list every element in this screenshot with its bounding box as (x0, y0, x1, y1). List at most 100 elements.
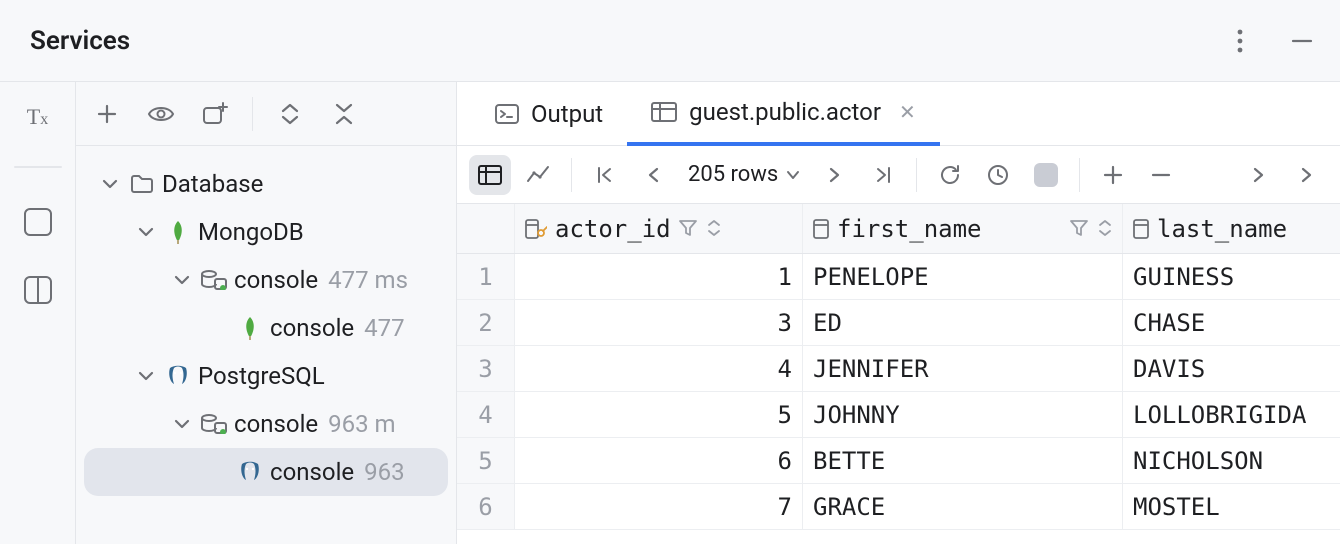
cell-first-name[interactable]: JOHNNY (803, 392, 1123, 437)
cell-first-name[interactable]: BETTE (803, 438, 1123, 483)
row-number: 4 (457, 392, 515, 437)
tab-actor[interactable]: guest.public.actor ✕ (627, 83, 940, 146)
tree-node-console[interactable]: console 963 (84, 448, 448, 496)
cell-actor-id[interactable]: 4 (515, 346, 803, 391)
table-row[interactable]: 6 7 GRACE MOSTEL (457, 484, 1340, 530)
chart-view-icon[interactable] (517, 155, 559, 195)
cell-first-name[interactable]: ED (803, 300, 1123, 345)
chevron-down-icon (98, 178, 122, 190)
cell-actor-id[interactable]: 1 (515, 254, 803, 299)
row-number: 2 (457, 300, 515, 345)
tree-node-postgresql[interactable]: PostgreSQL (84, 352, 448, 400)
cell-first-name[interactable]: GRACE (803, 484, 1123, 529)
table-row[interactable]: 2 3 ED CHASE (457, 300, 1340, 346)
add-icon[interactable] (88, 95, 126, 133)
tab-label: Output (531, 100, 603, 128)
tree-node-mongodb[interactable]: MongoDB (84, 208, 448, 256)
column-label: actor_id (555, 215, 671, 243)
row-number: 6 (457, 484, 515, 529)
tree-node-console[interactable]: console 477 (84, 304, 448, 352)
panel-title: Services (30, 26, 130, 56)
close-icon[interactable]: ✕ (899, 100, 916, 124)
cell-actor-id[interactable]: 7 (515, 484, 803, 529)
refresh-icon[interactable] (929, 155, 971, 195)
chevron-right-icon[interactable] (1286, 155, 1328, 195)
table-view-icon[interactable] (469, 155, 511, 195)
tree: Database MongoDB console 477 ms console (76, 146, 456, 544)
prev-page-icon[interactable] (632, 155, 674, 195)
postgresql-icon (164, 364, 192, 388)
history-icon[interactable] (977, 155, 1019, 195)
tree-label: console (234, 266, 318, 294)
square-icon[interactable] (24, 208, 52, 236)
rows-count[interactable]: 205 rows (680, 162, 808, 187)
table-row[interactable]: 5 6 BETTE NICHOLSON (457, 438, 1340, 484)
cell-actor-id[interactable]: 5 (515, 392, 803, 437)
tree-label: console (270, 458, 354, 486)
filter-icon[interactable] (1070, 215, 1088, 243)
cell-actor-id[interactable]: 3 (515, 300, 803, 345)
table-row[interactable]: 1 1 PENELOPE GUINESS (457, 254, 1340, 300)
cell-last-name[interactable]: GUINESS (1123, 254, 1340, 299)
column-label: first_name (837, 215, 982, 243)
main-panel: Output guest.public.actor ✕ 205 rows (456, 82, 1340, 544)
new-window-icon[interactable] (196, 95, 234, 133)
cell-last-name[interactable]: MOSTEL (1123, 484, 1340, 529)
layout-split-icon[interactable] (24, 276, 52, 304)
first-page-icon[interactable] (584, 155, 626, 195)
eye-icon[interactable] (142, 95, 180, 133)
tabs: Output guest.public.actor ✕ (457, 82, 1340, 146)
grid-toolbar: 205 rows (457, 146, 1340, 204)
cell-last-name[interactable]: NICHOLSON (1123, 438, 1340, 483)
cell-actor-id[interactable]: 6 (515, 438, 803, 483)
table-row[interactable]: 4 5 JOHNNY LOLLOBRIGIDA (457, 392, 1340, 438)
tree-node-database[interactable]: Database (84, 160, 448, 208)
sort-icon[interactable] (1098, 215, 1112, 243)
add-row-icon[interactable] (1092, 155, 1134, 195)
column-icon (813, 219, 829, 239)
table-row[interactable]: 3 4 JENNIFER DAVIS (457, 346, 1340, 392)
tree-label: Database (162, 170, 263, 198)
mongodb-icon (236, 316, 264, 340)
remove-row-icon[interactable] (1140, 155, 1182, 195)
console-icon (200, 270, 228, 290)
column-header-last-name[interactable]: last_name (1123, 204, 1340, 253)
last-page-icon[interactable] (862, 155, 904, 195)
more-icon[interactable] (1226, 27, 1254, 55)
tree-node-console[interactable]: console 963 m (84, 400, 448, 448)
tree-meta: 477 (364, 314, 404, 342)
filter-icon[interactable] (679, 215, 697, 243)
tab-label: guest.public.actor (689, 98, 881, 126)
left-gutter: Tx (0, 82, 76, 544)
tree-toolbar (76, 82, 456, 146)
postgresql-icon (236, 460, 264, 484)
tree-label: PostgreSQL (198, 362, 325, 390)
cell-last-name[interactable]: LOLLOBRIGIDA (1123, 392, 1340, 437)
row-number: 5 (457, 438, 515, 483)
column-header-actor-id[interactable]: actor_id (515, 204, 803, 253)
cell-last-name[interactable]: DAVIS (1123, 346, 1340, 391)
sort-icon[interactable] (707, 215, 721, 243)
tree-label: console (234, 410, 318, 438)
tree-node-console[interactable]: console 477 ms (84, 256, 448, 304)
column-header-first-name[interactable]: first_name (803, 204, 1123, 253)
chevron-down-icon (170, 418, 194, 430)
terminal-icon (495, 104, 519, 124)
chevron-down-icon (170, 274, 194, 286)
tab-output[interactable]: Output (471, 82, 627, 145)
row-gutter-header[interactable] (457, 204, 515, 253)
cell-last-name[interactable]: CHASE (1123, 300, 1340, 345)
expand-icon[interactable] (271, 95, 309, 133)
tree-panel: Database MongoDB console 477 ms console (76, 82, 456, 544)
collapse-icon[interactable] (325, 95, 363, 133)
grid-header: actor_id first_name (457, 204, 1340, 254)
tx-icon[interactable]: Tx (27, 104, 48, 130)
cell-first-name[interactable]: JENNIFER (803, 346, 1123, 391)
tree-label: console (270, 314, 354, 342)
chevron-down-icon (134, 370, 158, 382)
minimize-icon[interactable] (1288, 27, 1316, 55)
chevron-right-icon[interactable] (1238, 155, 1280, 195)
stop-icon[interactable] (1025, 155, 1067, 195)
cell-first-name[interactable]: PENELOPE (803, 254, 1123, 299)
next-page-icon[interactable] (814, 155, 856, 195)
